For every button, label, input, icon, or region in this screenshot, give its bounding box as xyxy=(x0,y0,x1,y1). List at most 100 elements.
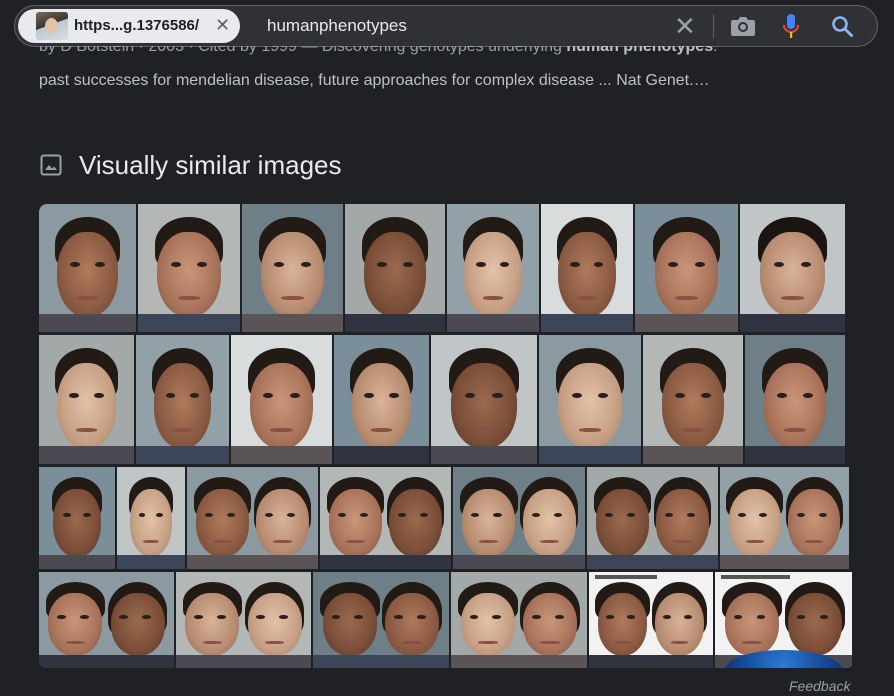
similar-image-thumbnail[interactable] xyxy=(39,572,174,668)
shoulders xyxy=(39,314,136,332)
mouth xyxy=(264,641,285,644)
similar-image-thumbnail[interactable] xyxy=(539,335,641,464)
shoulders xyxy=(313,654,449,668)
similar-image-thumbnail[interactable] xyxy=(720,467,849,569)
mouth xyxy=(65,641,86,644)
similar-image-thumbnail[interactable] xyxy=(138,204,240,332)
similar-image-thumbnail[interactable] xyxy=(231,335,332,464)
face xyxy=(759,232,826,317)
similar-image-thumbnail[interactable] xyxy=(453,467,585,569)
similar-image-thumbnail[interactable] xyxy=(643,335,743,464)
result-snippet: past successes for mendelian disease, fu… xyxy=(39,72,710,89)
chip-thumbnail xyxy=(36,12,68,40)
eye xyxy=(389,393,399,399)
close-icon[interactable]: ✕ xyxy=(215,14,230,36)
similar-image-thumbnail[interactable] xyxy=(451,572,587,668)
shoulders xyxy=(176,654,311,668)
eye xyxy=(416,615,426,620)
shoulders xyxy=(589,654,713,668)
similar-image-thumbnail[interactable] xyxy=(117,467,185,569)
similar-image-thumbnail[interactable] xyxy=(39,204,136,332)
result-meta-bold: human phenotypes xyxy=(566,46,714,55)
visually-similar-images-grid xyxy=(39,204,854,668)
eye xyxy=(142,615,151,620)
face xyxy=(764,363,826,449)
face xyxy=(462,489,516,557)
eye xyxy=(554,615,564,620)
similar-image-thumbnail[interactable] xyxy=(242,204,343,332)
search-input[interactable]: humanphenotypes xyxy=(267,16,407,36)
eye xyxy=(354,615,364,620)
mouth xyxy=(370,427,393,432)
eye xyxy=(492,615,502,620)
similar-image-thumbnail[interactable] xyxy=(745,335,845,464)
eye xyxy=(274,261,285,267)
similar-image-thumbnail[interactable] xyxy=(345,204,445,332)
similar-image-thumbnail[interactable] xyxy=(541,204,633,332)
similar-image-thumbnail[interactable] xyxy=(39,467,115,569)
eye xyxy=(204,512,214,517)
eye xyxy=(394,615,403,620)
face xyxy=(196,489,249,557)
similar-image-thumbnail[interactable] xyxy=(313,572,449,668)
shoulders xyxy=(136,445,229,464)
image-search-chip[interactable]: https...g.1376586/ ✕ xyxy=(18,9,240,43)
shoulders xyxy=(447,314,539,332)
eye xyxy=(377,261,387,267)
shoulders xyxy=(431,445,537,464)
eye xyxy=(403,261,413,267)
similar-image-thumbnail[interactable] xyxy=(587,467,718,569)
mouth xyxy=(576,296,598,300)
face xyxy=(250,363,313,449)
similar-image-thumbnail[interactable] xyxy=(447,204,539,332)
similar-image-thumbnail[interactable] xyxy=(635,204,738,332)
mouth xyxy=(281,296,304,300)
face xyxy=(729,489,781,557)
microphone-icon[interactable] xyxy=(781,12,801,40)
similar-image-thumbnail[interactable] xyxy=(136,335,229,464)
shoulders xyxy=(345,314,445,332)
feedback-link[interactable]: Feedback xyxy=(789,678,850,694)
shoulders xyxy=(117,554,185,569)
shoulders xyxy=(720,554,849,569)
mouth xyxy=(675,296,698,300)
camera-icon[interactable] xyxy=(729,14,757,38)
eye xyxy=(493,512,502,517)
face xyxy=(261,232,324,317)
similar-image-thumbnail[interactable] xyxy=(431,335,537,464)
mouth xyxy=(75,427,98,432)
eye xyxy=(83,512,91,517)
face xyxy=(464,232,522,317)
mouth xyxy=(681,427,705,432)
eye xyxy=(469,615,479,620)
similar-image-thumbnail[interactable] xyxy=(589,572,713,668)
shoulders xyxy=(541,314,633,332)
mouth xyxy=(339,641,360,644)
face xyxy=(654,593,705,657)
face xyxy=(57,232,118,317)
mouth xyxy=(172,427,193,432)
search-icon[interactable] xyxy=(830,14,854,38)
shoulders xyxy=(539,445,641,464)
clear-icon[interactable]: ✕ xyxy=(674,12,696,40)
face xyxy=(110,593,165,657)
similar-image-thumbnail[interactable] xyxy=(39,335,134,464)
similar-image-thumbnail[interactable] xyxy=(176,572,311,668)
similar-image-thumbnail[interactable] xyxy=(740,204,845,332)
face xyxy=(597,593,648,657)
similar-image-thumbnail[interactable] xyxy=(187,467,318,569)
search-bar[interactable]: https...g.1376586/ ✕ humanphenotypes ✕ xyxy=(14,5,878,47)
eye xyxy=(737,512,746,517)
similar-image-thumbnail[interactable] xyxy=(320,467,451,569)
eye xyxy=(532,615,541,620)
shoulders xyxy=(39,554,115,569)
face xyxy=(787,593,843,657)
divider xyxy=(713,14,714,38)
caption-bar xyxy=(721,575,790,579)
eye xyxy=(70,261,80,267)
similar-image-thumbnail[interactable] xyxy=(715,572,852,668)
similar-image-thumbnail[interactable] xyxy=(334,335,429,464)
eye xyxy=(197,261,208,267)
shoulders xyxy=(39,654,174,668)
eye xyxy=(337,512,347,517)
